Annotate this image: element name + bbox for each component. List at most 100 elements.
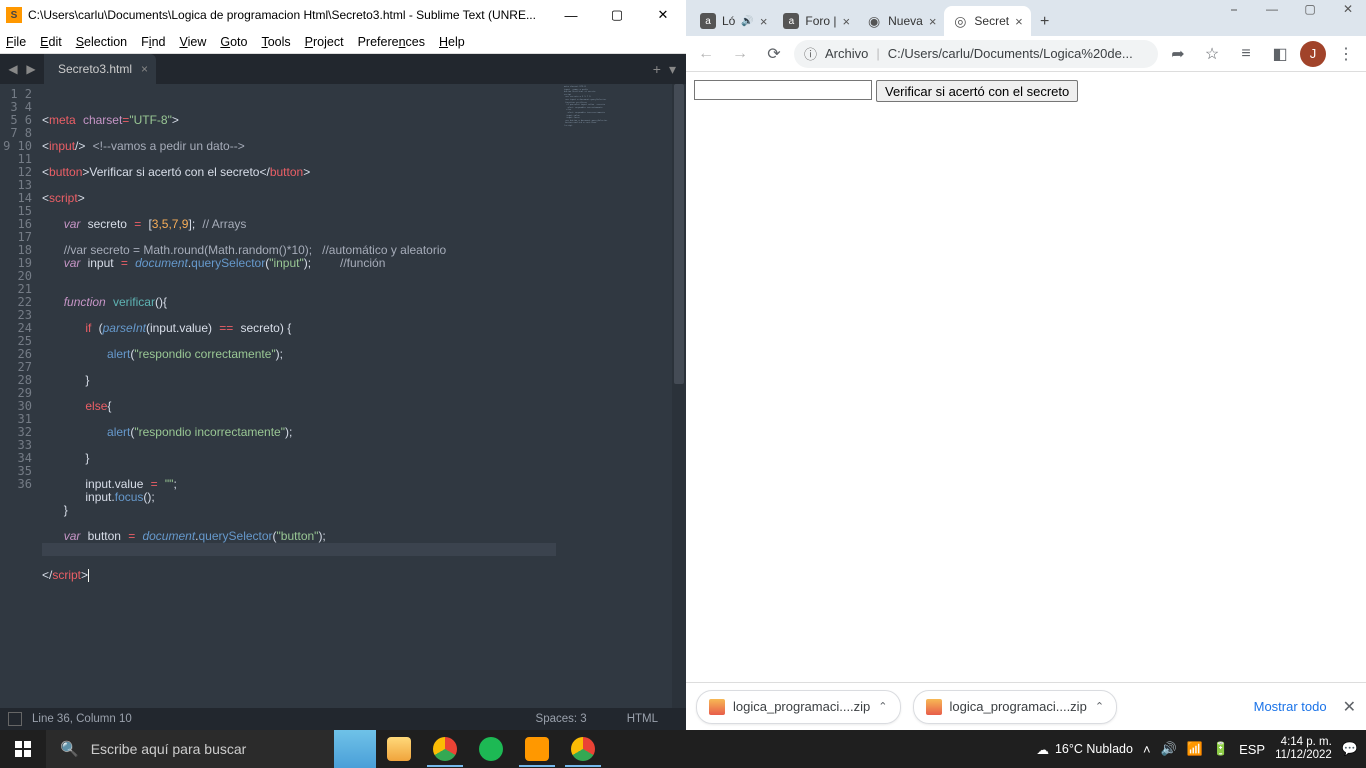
url-scheme: Archivo [825,46,868,61]
menu-edit[interactable]: Edit [40,35,62,49]
sublime-titlebar[interactable]: S C:\Users\carlu\Documents\Logica de pro… [0,0,686,30]
start-button[interactable] [0,730,46,768]
taskbar-sublime[interactable] [514,730,560,768]
maximize-button[interactable]: ▢ [594,0,640,30]
chrome-minimize-button[interactable]: — [1260,2,1284,17]
taskbar-chrome-2[interactable] [560,730,606,768]
profile-avatar[interactable]: J [1300,41,1326,67]
back-button[interactable]: ← [692,40,720,68]
menu-tools[interactable]: Tools [261,35,290,49]
browser-tab-0[interactable]: a Ló 🔊 × [692,6,775,36]
menu-selection[interactable]: Selection [76,35,127,49]
taskbar-explorer[interactable] [376,730,422,768]
tab-close-icon[interactable]: × [1015,14,1023,29]
chrome-tabstrip: ⎯ — ▢ ✕ a Ló 🔊 × a Foro | × ◉ Nueva × ◎ … [686,0,1366,36]
tab-nav-right[interactable]: ▶ [24,62,38,76]
tab-close-icon[interactable]: × [843,14,851,29]
menu-help[interactable]: Help [439,35,465,49]
status-cursor: Line 36, Column 10 [32,713,132,725]
tray-language-icon[interactable]: ESP [1239,742,1265,757]
url-text: C:/Users/carlu/Documents/Logica%20de... [888,46,1133,61]
favicon-icon: ◉ [866,13,882,29]
status-panel-icon[interactable] [8,712,22,726]
chrome-window: ⎯ — ▢ ✕ a Ló 🔊 × a Foro | × ◉ Nueva × ◎ … [686,0,1366,730]
new-tab-button[interactable]: + [653,61,661,77]
favicon-icon: a [700,13,716,29]
chrome-menu-button[interactable]: ⋮ [1332,40,1360,68]
notifications-icon[interactable]: 💬 [1342,741,1358,757]
clock-time: 4:14 p. m. [1275,736,1332,749]
favicon-icon: ◎ [952,13,968,29]
chrome-maximize-button[interactable]: ▢ [1298,2,1322,17]
tray-volume-icon[interactable]: 🔊 [1161,741,1177,757]
speaker-icon[interactable]: 🔊 [741,16,753,27]
tray-battery-icon[interactable]: 🔋 [1213,741,1229,757]
tab-close-icon[interactable]: × [760,14,768,29]
status-spaces[interactable]: Spaces: 3 [536,713,587,725]
editor-tab-label: Secreto3.html [58,62,132,76]
tray-wifi-icon[interactable]: 📶 [1187,741,1203,757]
browser-tab-3[interactable]: ◎ Secret × [944,6,1030,36]
menu-file[interactable]: File [6,35,26,49]
show-all-downloads[interactable]: Mostrar todo [1254,699,1327,714]
site-info-icon[interactable]: ⓘ [804,44,817,63]
weather-text: 16°C Nublado [1055,742,1133,756]
tab-label: Ló [722,14,735,28]
share-button[interactable]: ➦ [1164,40,1192,68]
tab-nav-left[interactable]: ◀ [6,62,20,76]
menu-find[interactable]: Find [141,35,165,49]
bookmark-button[interactable]: ☆ [1198,40,1226,68]
tab-label: Nueva [888,14,923,28]
taskbar-chrome[interactable] [422,730,468,768]
reading-list-button[interactable]: ≡ [1232,40,1260,68]
tab-close-icon[interactable]: × [929,14,937,29]
menu-view[interactable]: View [179,35,206,49]
browser-tab-1[interactable]: a Foro | × [775,6,858,36]
side-panel-button[interactable]: ◧ [1266,40,1294,68]
address-bar[interactable]: ⓘ Archivo | C:/Users/carlu/Documents/Log… [794,40,1158,68]
forward-button[interactable]: → [726,40,754,68]
taskbar-spotify[interactable] [468,730,514,768]
chevron-up-icon[interactable]: ⌃ [1095,700,1104,713]
search-placeholder: Escribe aquí para buscar [91,741,247,757]
chrome-close-button[interactable]: ✕ [1336,2,1360,17]
chrome-account-icon[interactable]: ⎯ [1222,2,1246,17]
weather-widget[interactable]: ☁ 16°C Nublado [1036,742,1132,757]
menu-project[interactable]: Project [305,35,344,49]
system-tray: ☁ 16°C Nublado ˄ 🔊 📶 🔋 ESP 4:14 p. m. 11… [1036,736,1366,762]
download-filename: logica_programaci....zip [733,699,870,714]
download-item-0[interactable]: logica_programaci....zip ⌃ [696,690,901,724]
menu-preferences[interactable]: Preferences [358,35,425,49]
new-tab-button[interactable]: + [1031,8,1059,36]
line-gutter: for(let i=1;i<=36;i++)document.write(i+"… [0,84,42,708]
verify-button[interactable]: Verificar si acertó con el secreto [876,80,1078,102]
weather-icon: ☁ [1036,742,1049,757]
editor-area[interactable]: for(let i=1;i<=36;i++)document.write(i+"… [0,84,686,708]
url-separator: | [876,46,879,61]
sublime-tabstrip: ◀ ▶ Secreto3.html × + ▾ [0,54,686,84]
zip-file-icon [709,699,725,715]
status-lang[interactable]: HTML [627,713,658,725]
close-downloads-bar[interactable]: ✕ [1343,697,1356,717]
sublime-window: S C:\Users\carlu\Documents\Logica de pro… [0,0,686,730]
taskbar-search[interactable]: 🔍 Escribe aquí para buscar [46,730,376,768]
close-button[interactable]: ✕ [640,0,686,30]
tab-menu-button[interactable]: ▾ [669,61,676,78]
sublime-statusbar: Line 36, Column 10 Spaces: 3 HTML [0,708,686,730]
windows-taskbar: 🔍 Escribe aquí para buscar ☁ 16°C Nublad… [0,730,1366,768]
page-content: Verificar si acertó con el secreto [686,72,1366,682]
chevron-up-icon[interactable]: ⌃ [878,700,887,713]
tab-close-icon[interactable]: × [141,62,148,76]
browser-tab-2[interactable]: ◉ Nueva × [858,6,944,36]
download-item-1[interactable]: logica_programaci....zip ⌃ [913,690,1118,724]
secret-input[interactable] [694,80,872,100]
minimap[interactable]: meta charset UTF-8 input vamos a pedir b… [562,84,672,708]
editor-scrollbar[interactable] [672,84,686,708]
menu-goto[interactable]: Goto [220,35,247,49]
taskbar-apps [376,730,606,768]
reload-button[interactable]: ⟳ [760,40,788,68]
editor-tab[interactable]: Secreto3.html × [44,54,156,84]
taskbar-clock[interactable]: 4:14 p. m. 11/12/2022 [1275,736,1332,762]
minimize-button[interactable]: — [548,0,594,30]
tray-chevron-icon[interactable]: ˄ [1143,742,1151,757]
